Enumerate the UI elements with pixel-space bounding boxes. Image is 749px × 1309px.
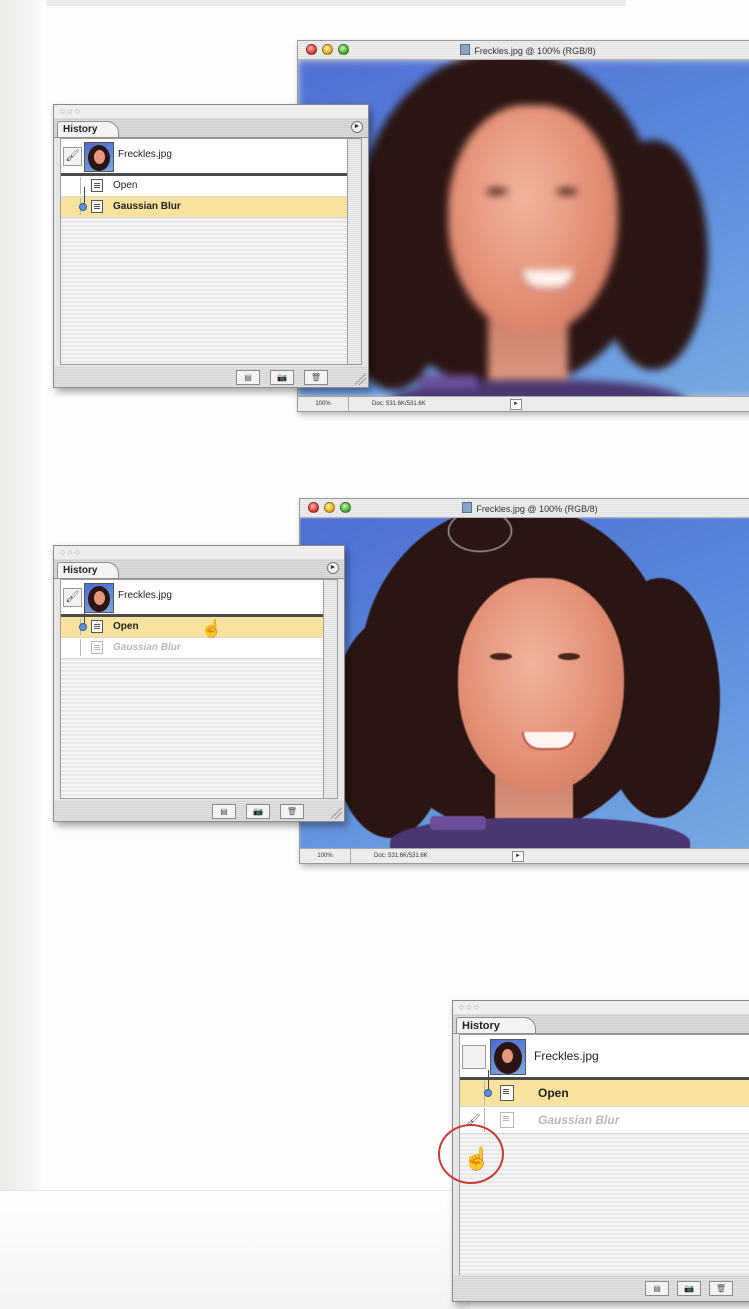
palette-tab-row: History	[453, 1014, 749, 1034]
file-icon	[462, 502, 473, 513]
source-checkbox[interactable]	[63, 639, 81, 656]
page-bottom-edge	[0, 1190, 470, 1309]
palette-tab-row: History ►	[54, 118, 368, 138]
document-step-icon	[91, 620, 103, 633]
history-state-slider-icon[interactable]	[484, 1089, 492, 1097]
snapshot-row[interactable]: Freckles.jpg	[460, 1035, 749, 1080]
snapshot-label: Freckles.jpg	[534, 1049, 599, 1063]
palette-titlebar[interactable]: ○○○	[54, 105, 368, 118]
document-step-icon	[500, 1112, 514, 1128]
new-snapshot-icon[interactable]: 📷	[246, 804, 270, 819]
snapshot-thumbnail	[84, 583, 114, 613]
trash-icon[interactable]: 🗑	[280, 804, 304, 819]
zoom-field[interactable]: 100%	[300, 849, 351, 863]
new-document-icon[interactable]: ▤	[212, 804, 236, 819]
document-step-icon	[91, 641, 103, 654]
snapshot-row[interactable]: 🖌 Freckles.jpg	[61, 139, 347, 176]
document-titlebar[interactable]: Freckles.jpg @ 100% (RGB/8)	[300, 499, 749, 518]
step-label: Gaussian Blur	[538, 1113, 620, 1127]
pointer-hand-icon: ☝	[463, 1146, 491, 1171]
document-window-sharp[interactable]: Freckles.jpg @ 100% (RGB/8) 100% Doc: 53…	[299, 498, 749, 864]
history-state-slider-icon[interactable]	[79, 623, 87, 631]
source-checkbox[interactable]	[462, 1081, 485, 1105]
snapshot-label: Freckles.jpg	[118, 590, 172, 601]
status-bar: 100% Doc: 531.6K/531.6K ►	[300, 848, 749, 863]
snapshot-thumbnail	[490, 1039, 526, 1075]
palette-window-controls[interactable]: ○○○	[60, 107, 82, 116]
doc-size-info: Doc: 531.6K/531.6K	[374, 853, 428, 859]
history-brush-source-icon[interactable]: 🖌	[63, 588, 82, 607]
trash-icon[interactable]: 🗑	[709, 1281, 733, 1296]
history-step-open[interactable]: Open	[61, 176, 347, 197]
status-bar: 100% Doc: 531.6K/531.6K ►	[298, 396, 749, 411]
document-step-icon	[500, 1085, 514, 1101]
tab-history[interactable]: History	[57, 121, 119, 137]
history-step-open[interactable]: Open	[460, 1070, 749, 1107]
doc-size-info: Doc: 531.6K/531.6K	[372, 401, 426, 407]
snapshot-row[interactable]: 🖌 Freckles.jpg	[61, 580, 323, 617]
page-top-edge	[46, 0, 626, 6]
photo-girl-sharp	[300, 518, 749, 849]
history-state-slider-icon[interactable]	[79, 203, 87, 211]
palette-menu-icon[interactable]: ►	[351, 121, 363, 133]
snapshot-thumbnail	[84, 142, 114, 172]
tab-history[interactable]: History	[57, 562, 119, 578]
history-step-open[interactable]: Open ☝	[61, 607, 323, 638]
history-step-gaussian-blur[interactable]: Gaussian Blur	[61, 187, 347, 218]
palette-footer: ▤ 📷 🗑	[453, 1275, 749, 1301]
new-document-icon[interactable]: ▤	[236, 370, 260, 385]
palette-footer: ▤ 📷 🗑	[54, 800, 344, 821]
scrollbar[interactable]	[324, 579, 338, 799]
history-list[interactable]: 🖌 Freckles.jpg Open ☝ Gaussian Blur	[60, 579, 324, 799]
pointer-hand-icon: ☝	[201, 619, 223, 638]
history-step-gaussian-blur[interactable]: Gaussian Blur	[61, 638, 323, 659]
document-step-icon	[91, 200, 103, 213]
document-step-icon	[91, 179, 103, 192]
resize-grip-icon[interactable]	[355, 374, 366, 385]
page-gutter	[0, 0, 46, 1308]
palette-menu-icon[interactable]: ►	[327, 562, 339, 574]
new-document-icon[interactable]: ▤	[645, 1281, 669, 1296]
zoom-field[interactable]: 100%	[298, 397, 349, 411]
history-brush-source-icon[interactable]: 🖌	[63, 147, 82, 166]
file-icon	[460, 44, 471, 55]
palette-footer: ▤ 📷 🗑	[54, 366, 368, 387]
scrollbar[interactable]	[348, 138, 362, 365]
document-titlebar[interactable]: Freckles.jpg @ 100% (RGB/8)	[298, 41, 749, 60]
image-canvas[interactable]	[300, 518, 749, 849]
resize-grip-icon[interactable]	[331, 808, 342, 819]
palette-window-controls[interactable]: ○○○	[60, 548, 82, 557]
new-snapshot-icon[interactable]: 📷	[270, 370, 294, 385]
snapshot-label: Freckles.jpg	[118, 149, 172, 160]
step-label: Gaussian Blur	[113, 642, 181, 653]
history-brush-source-box[interactable]	[462, 1045, 486, 1069]
step-label: Open	[113, 621, 139, 632]
step-label: Open	[538, 1086, 569, 1100]
history-palette-1[interactable]: ○○○ History ► 🖌 Freckles.jpg Open Gaussi…	[53, 104, 369, 388]
step-label: Gaussian Blur	[113, 201, 181, 212]
palette-window-controls[interactable]: ○○○	[459, 1003, 481, 1012]
tab-history[interactable]: History	[456, 1017, 536, 1033]
status-menu-arrow-icon[interactable]: ►	[510, 399, 522, 410]
trash-icon[interactable]: 🗑	[304, 370, 328, 385]
history-palette-2[interactable]: ○○○ History ► 🖌 Freckles.jpg Open ☝ Gaus…	[53, 545, 345, 822]
status-menu-arrow-icon[interactable]: ►	[512, 851, 524, 862]
new-snapshot-icon[interactable]: 📷	[677, 1281, 701, 1296]
history-step-gaussian-blur[interactable]: 🖌 Gaussian Blur	[460, 1107, 749, 1134]
document-title: Freckles.jpg @ 100% (RGB/8)	[300, 502, 749, 514]
palette-titlebar[interactable]: ○○○	[54, 546, 344, 559]
palette-tab-row: History ►	[54, 559, 344, 579]
history-state-line	[488, 1070, 489, 1090]
history-list[interactable]: 🖌 Freckles.jpg Open Gaussian Blur	[60, 138, 348, 365]
document-title: Freckles.jpg @ 100% (RGB/8)	[298, 44, 749, 56]
palette-titlebar[interactable]: ○○○	[453, 1001, 749, 1014]
source-checkbox[interactable]	[63, 177, 81, 194]
step-label: Open	[113, 180, 138, 191]
